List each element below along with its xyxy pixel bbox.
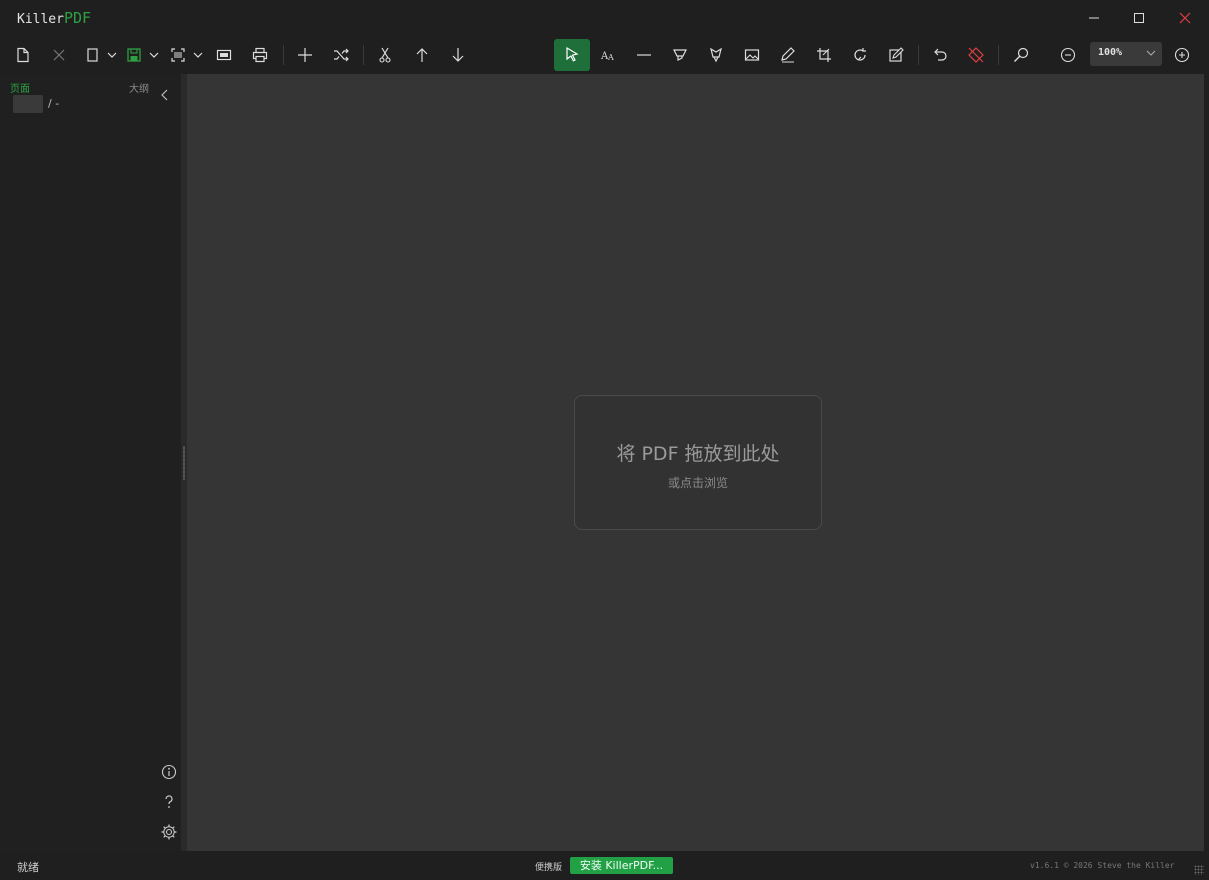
zoom-in-icon xyxy=(1174,47,1190,63)
add-icon xyxy=(298,48,312,62)
move-down-button[interactable] xyxy=(443,40,473,70)
clear-annotations-icon xyxy=(968,47,984,63)
drop-zone-subtitle: 或点击浏览 xyxy=(667,476,728,490)
zoom-out-button[interactable] xyxy=(1053,40,1083,70)
close-file-icon xyxy=(53,49,65,61)
shuffle-button[interactable] xyxy=(326,40,356,70)
move-up-icon xyxy=(416,48,428,62)
search-icon xyxy=(1014,47,1029,62)
cut-icon xyxy=(379,47,391,63)
toolbar-divider xyxy=(998,45,999,65)
help-button[interactable] xyxy=(158,791,180,813)
toolbar: AA xyxy=(0,36,1209,74)
scan-dropdown[interactable] xyxy=(168,40,208,70)
zoom-value: 100% xyxy=(1098,47,1123,58)
app-title-accent: PDF xyxy=(63,9,92,27)
crop-tool-button[interactable] xyxy=(809,40,839,70)
move-up-button[interactable] xyxy=(407,40,437,70)
zoom-select[interactable]: 100% xyxy=(1090,42,1162,66)
close-icon xyxy=(1179,12,1191,24)
screen-button[interactable] xyxy=(209,40,239,70)
about-button[interactable] xyxy=(158,761,180,783)
minimize-icon xyxy=(1089,17,1099,19)
toolbar-divider xyxy=(363,45,364,65)
svg-text:A: A xyxy=(607,53,614,62)
undo-icon xyxy=(934,48,947,61)
image-tool-button[interactable] xyxy=(737,40,767,70)
marker-icon xyxy=(710,47,722,63)
settings-button[interactable] xyxy=(158,821,180,843)
select-tool-button[interactable] xyxy=(554,39,590,71)
info-icon xyxy=(161,764,177,780)
zoom-in-button[interactable] xyxy=(1167,40,1197,70)
signature-tool-button[interactable] xyxy=(773,40,803,70)
add-page-button[interactable] xyxy=(290,40,320,70)
new-file-button[interactable] xyxy=(8,40,38,70)
sidebar: 页面 大纲 / - xyxy=(0,74,181,851)
cut-button[interactable] xyxy=(370,40,400,70)
scan-icon xyxy=(171,48,203,62)
new-file-icon xyxy=(17,47,29,63)
rotate-icon xyxy=(854,48,866,61)
text-icon: AA xyxy=(600,51,614,62)
select-pointer-icon xyxy=(566,47,579,62)
edit-icon xyxy=(889,47,904,62)
page-size-icon xyxy=(87,48,117,62)
crop-icon xyxy=(817,48,831,62)
tab-pages[interactable]: 页面 xyxy=(10,80,30,95)
clear-annotations-button[interactable] xyxy=(961,40,991,70)
chevron-down-icon xyxy=(1146,50,1156,56)
app-title: KillerPDF xyxy=(17,9,91,27)
splitter-grip xyxy=(183,446,185,480)
gear-icon xyxy=(161,824,177,840)
save-dropdown[interactable] xyxy=(124,40,164,70)
rotate-button[interactable] xyxy=(845,40,875,70)
close-window-button[interactable] xyxy=(1167,5,1203,31)
install-button[interactable]: 安装 KillerPDF... xyxy=(570,857,673,874)
signature-icon xyxy=(781,47,795,63)
minimize-button[interactable] xyxy=(1076,5,1112,31)
version-copyright: v1.6.1 © 2026 Steve the Killer xyxy=(1030,861,1175,870)
resize-grip[interactable] xyxy=(1194,865,1204,875)
drop-zone[interactable]: 将 PDF 拖放到此处 或点击浏览 xyxy=(574,395,822,530)
maximize-button[interactable] xyxy=(1121,5,1157,31)
page-size-dropdown[interactable] xyxy=(80,40,124,70)
page-number-input[interactable] xyxy=(13,95,43,113)
app-title-prefix: Killer xyxy=(17,12,64,27)
drop-zone-title: 将 PDF 拖放到此处 xyxy=(616,443,780,465)
toolbar-divider xyxy=(918,45,919,65)
screen-icon xyxy=(216,49,232,61)
title-bar: KillerPDF xyxy=(0,0,1209,36)
undo-button[interactable] xyxy=(925,40,955,70)
zoom-out-icon xyxy=(1060,47,1076,63)
shuffle-icon xyxy=(334,48,349,62)
move-down-icon xyxy=(452,48,464,62)
close-file-button[interactable] xyxy=(44,40,74,70)
highlight-tool-button[interactable] xyxy=(665,40,695,70)
highlight-icon xyxy=(673,49,687,61)
print-icon xyxy=(252,47,268,63)
document-canvas[interactable]: 将 PDF 拖放到此处 或点击浏览 xyxy=(187,74,1204,851)
status-bar: 就绪 便携版 安装 KillerPDF... v1.6.1 © 2026 Ste… xyxy=(0,851,1209,880)
print-button[interactable] xyxy=(245,40,275,70)
text-tool-button[interactable]: AA xyxy=(593,40,623,70)
collapse-sidebar-button[interactable] xyxy=(160,88,170,105)
status-text: 就绪 xyxy=(17,861,39,874)
toolbar-divider xyxy=(283,45,284,65)
save-icon xyxy=(127,48,159,62)
image-icon xyxy=(744,49,760,61)
search-button[interactable] xyxy=(1006,40,1036,70)
tab-outline[interactable]: 大纲 xyxy=(129,80,149,95)
help-icon xyxy=(165,795,173,808)
marker-tool-button[interactable] xyxy=(701,40,731,70)
line-icon xyxy=(637,54,651,56)
app-window: KillerPDF A A 100% 页面 大纲 / - 将 PDF 拖放到此处… xyxy=(0,0,1209,880)
line-tool-button[interactable] xyxy=(629,40,659,70)
edit-button[interactable] xyxy=(881,40,911,70)
chevron-left-icon xyxy=(161,89,168,101)
portable-label: 便携版 xyxy=(535,863,563,873)
maximize-icon xyxy=(1134,13,1144,23)
page-total: / - xyxy=(48,97,60,110)
